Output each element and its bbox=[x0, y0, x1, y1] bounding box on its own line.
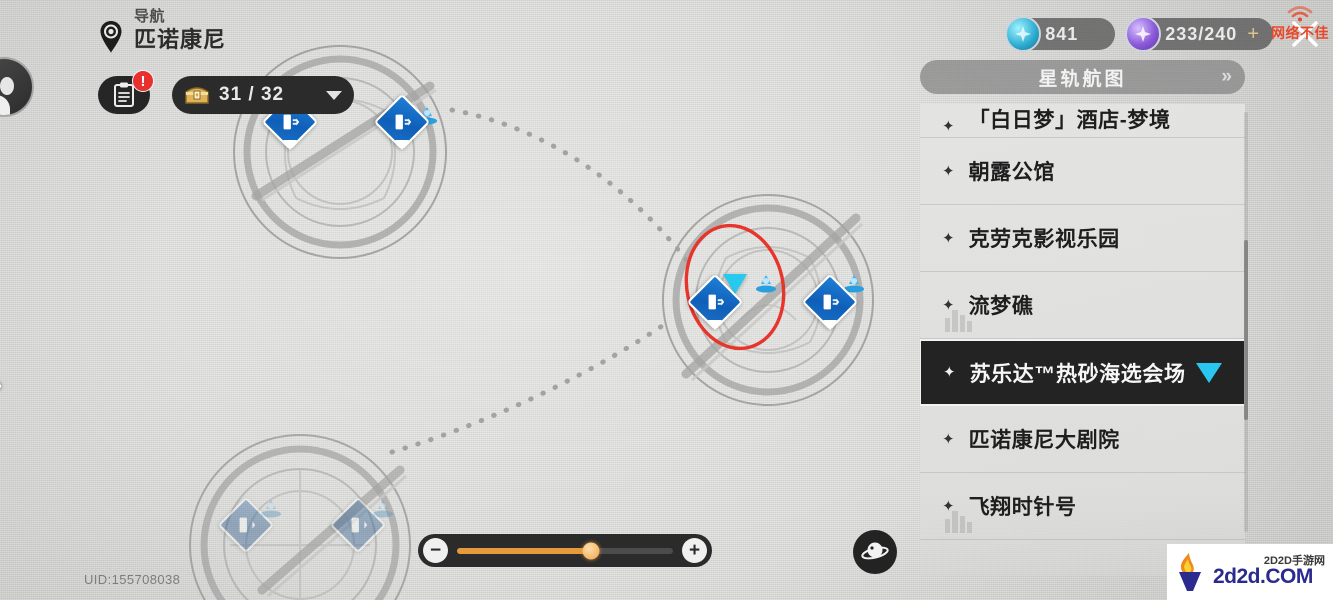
list-item[interactable]: ✦ 飞翔时针号 bbox=[920, 473, 1245, 540]
zoom-in-button[interactable]: + bbox=[682, 538, 707, 563]
planet-saturn-icon bbox=[861, 542, 889, 560]
chevron-down-icon[interactable] bbox=[326, 90, 342, 100]
star-bullet-icon: ✦ bbox=[942, 229, 955, 247]
location-list[interactable]: ✦ 「白日梦」酒店-梦境 ✦ 朝露公馆 ✦ 克劳克影视乐园 ✦ 流梦礁 ✦ 苏乐… bbox=[920, 104, 1245, 576]
network-status: 网络不佳 bbox=[1271, 6, 1329, 43]
chest-count-label: 31 / 32 bbox=[219, 84, 285, 105]
torch-flame-icon bbox=[1179, 553, 1201, 591]
star-bullet-icon: ✦ bbox=[942, 162, 955, 180]
planet-view-button[interactable] bbox=[853, 530, 897, 574]
teleport-marker[interactable] bbox=[329, 496, 387, 554]
zoom-slider-bar[interactable]: − + bbox=[418, 534, 712, 567]
alert-badge: ! bbox=[132, 70, 154, 92]
list-item[interactable]: ✦ 「白日梦」酒店-梦境 bbox=[920, 104, 1245, 138]
quest-log-button[interactable]: ! bbox=[98, 70, 154, 114]
teleport-marker[interactable] bbox=[373, 93, 431, 151]
scrollbar-thumb[interactable] bbox=[1244, 240, 1248, 420]
zoom-slider-fill bbox=[457, 547, 591, 554]
watermark-sub: 2D2D手游网 bbox=[1263, 555, 1325, 567]
trailblaze-power-icon bbox=[1125, 16, 1162, 52]
zoom-out-button[interactable]: − bbox=[423, 538, 448, 563]
list-item-selected[interactable]: ✦ 苏乐达™热砂海选会场 bbox=[920, 339, 1245, 406]
star-map-sidebar: 星轨航图 » ✦ 「白日梦」酒店-梦境 ✦ 朝露公馆 ✦ 克劳克影视乐园 ✦ 流… bbox=[920, 60, 1248, 600]
map-pin-icon bbox=[98, 20, 124, 59]
list-item[interactable]: ✦ 朝露公馆 bbox=[920, 138, 1245, 205]
wifi-weak-icon bbox=[1287, 6, 1313, 22]
star-bullet-icon: ✦ bbox=[942, 430, 955, 448]
quest-log-icon bbox=[114, 82, 134, 107]
dream-jukebox-icon[interactable] bbox=[753, 272, 779, 294]
stellar-jade-counter[interactable]: 841 bbox=[1005, 16, 1116, 52]
nav-subtitle: 导航 bbox=[134, 8, 166, 25]
trailblaze-power-value: 233/240 bbox=[1165, 23, 1238, 44]
add-power-button[interactable]: + bbox=[1247, 24, 1259, 44]
watermark-main: 2d2d.COM bbox=[1213, 565, 1313, 588]
skyline-decoration-icon bbox=[945, 310, 972, 332]
uid-label: UID:155708038 bbox=[84, 572, 181, 587]
watermark: 2D2D手游网 2d2d.COM bbox=[1167, 544, 1333, 600]
chevron-double-right-icon[interactable]: » bbox=[1221, 66, 1231, 88]
zoom-slider-track[interactable] bbox=[457, 542, 673, 559]
network-status-label: 网络不佳 bbox=[1271, 25, 1329, 41]
navigation-header: 导航 匹诺康尼 bbox=[98, 8, 226, 59]
location-name: 朝露公馆 bbox=[968, 161, 1055, 184]
list-item[interactable]: ✦ 流梦礁 bbox=[920, 272, 1245, 339]
teleport-marker[interactable] bbox=[801, 273, 859, 331]
list-item[interactable]: ✦ 匹诺康尼大剧院 bbox=[920, 406, 1245, 473]
teleport-marker[interactable] bbox=[686, 273, 744, 331]
location-name: 克劳克影视乐园 bbox=[968, 228, 1120, 251]
teleport-anchor-icon bbox=[217, 496, 275, 554]
sidebar-header[interactable]: 星轨航图 » bbox=[920, 60, 1245, 94]
location-name: 苏乐达™热砂海选会场 bbox=[969, 362, 1186, 386]
location-name: 流梦礁 bbox=[968, 295, 1034, 318]
teleport-anchor-icon bbox=[329, 496, 387, 554]
location-name: 「白日梦」酒店-梦境 bbox=[968, 109, 1171, 132]
location-name: 匹诺康尼大剧院 bbox=[968, 429, 1120, 452]
stellar-jade-value: 841 bbox=[1045, 23, 1079, 44]
list-item[interactable]: ✦ 克劳克影视乐园 bbox=[920, 205, 1245, 272]
teleport-marker[interactable] bbox=[217, 496, 275, 554]
chest-counter[interactable]: 31 / 32 bbox=[172, 76, 354, 114]
page-title: 匹诺康尼 bbox=[134, 27, 227, 53]
chevron-down-icon[interactable] bbox=[1196, 362, 1222, 383]
skyline-decoration-icon bbox=[945, 511, 972, 533]
location-name: 飞翔时针号 bbox=[968, 496, 1077, 519]
star-bullet-icon: ✦ bbox=[942, 118, 955, 135]
treasure-chest-icon bbox=[185, 87, 209, 104]
star-bullet-icon: ✦ bbox=[943, 364, 956, 381]
trailblaze-power-counter[interactable]: 233/240 + bbox=[1125, 16, 1273, 52]
zoom-slider-knob[interactable] bbox=[582, 542, 600, 559]
sidebar-title: 星轨航图 bbox=[1038, 68, 1127, 90]
stellar-jade-icon bbox=[1005, 16, 1042, 52]
